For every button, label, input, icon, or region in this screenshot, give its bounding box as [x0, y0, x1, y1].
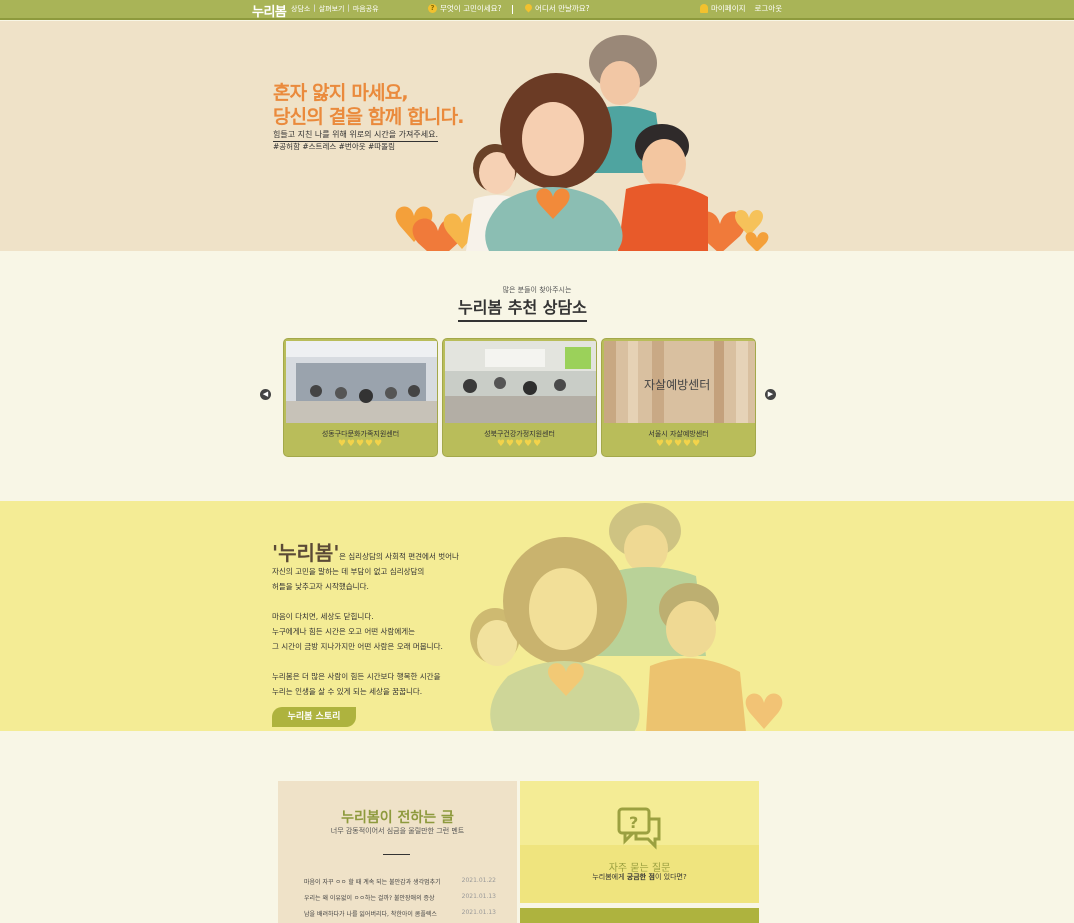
main-menu: 상담소 | 살펴보기 | 마음공유 [291, 4, 379, 14]
center-card[interactable]: 성북구건강가정지원센터 ♥♥♥♥♥ [442, 338, 597, 457]
rating-hearts: ♥♥♥♥♥ [337, 439, 384, 449]
center-card[interactable]: 성동구다문화가족지원센터 ♥♥♥♥♥ [283, 338, 438, 457]
faq-panel[interactable]: ? 자주 묻는 질문 누리봄에게 궁금한 점이 있다면? [520, 781, 759, 903]
bell-icon [700, 4, 708, 13]
family-illustration [395, 35, 769, 251]
story-line: 마음이 다치면, 세상도 닫힙니다. [272, 612, 374, 621]
center-name: 성북구건강가정지원센터 [484, 430, 555, 438]
menu-link-share[interactable]: 마음공유 [353, 4, 379, 14]
story-line: 은 심리상담의 사회적 편견에서 벗어나 [339, 552, 459, 561]
story-text: 은 심리상담의 사회적 편견에서 벗어나 자신의 고민을 말하는 데 부담이 없… [272, 549, 459, 699]
carousel-next-button[interactable]: ▶ [765, 389, 776, 400]
story-line: 누구에게나 힘든 시간은 오고 어떤 사람에게는 [272, 627, 416, 636]
posts-subtitle: 너무 감동적이어서 심금을 울릴만한 그런 멘트 [330, 827, 465, 835]
next-panel-edge [520, 908, 759, 923]
post-date: 2021.01.13 [461, 893, 496, 900]
faq-sub-bold: 궁금한 점 [626, 873, 655, 881]
location-pin-icon [525, 4, 532, 13]
mypage-link[interactable]: 마이페이지 [700, 3, 746, 14]
posts-title: 누리봄이 전하는 글 [341, 810, 454, 826]
center-photo [286, 341, 437, 423]
story-line: 누리봄은 더 많은 사람이 힘든 시간보다 행복한 시간을 [272, 672, 441, 681]
heart-deco-6 [745, 232, 769, 251]
mypage-label: 마이페이지 [711, 4, 746, 13]
posts-divider [383, 854, 410, 855]
rating-hearts: ♥♥♥♥♥ [496, 439, 543, 449]
hero-tags: #공허함 #스트레스 #번아웃 #따돌림 [273, 142, 395, 151]
story-gap [272, 594, 459, 609]
man-body [618, 183, 708, 251]
center-photo [445, 341, 596, 423]
question-bubble-icon: ? [617, 807, 661, 850]
top-navigation: 누리봄 상담소 | 살펴보기 | 마음공유 ? 무엇이 고민이세요? 어디서 만날까… [0, 0, 1074, 20]
post-title: 마음이 자꾸 ㅇㅇ 할 때 계속 되는 불안감과 생각멈추기 [304, 879, 441, 886]
center-sign-text: 자살예방센터 [644, 378, 710, 392]
post-title: 우리는 왜 이유없이 ㅇㅇ하는 걸까? 불안장애의 증상 [304, 895, 435, 902]
center-photo: 자살예방센터 [604, 341, 755, 423]
story-section: '누리봄' 은 심리상담의 사회적 편견에서 벗어나 자신의 고민을 말하는 데… [0, 501, 1074, 731]
post-title: 남을 배려하다가 나를 잃어버리다, 착한아이 콤플렉스 [304, 911, 437, 918]
center-name: 성동구다문화가족지원센터 [321, 430, 400, 438]
grandma-face [600, 61, 640, 105]
recommend-title: 누리봄 추천 상담소 [458, 294, 587, 322]
center-name: 서울시 자살예방센터 [648, 430, 709, 438]
faded-family-illustration [470, 503, 783, 731]
story-button[interactable]: 누리봄 스토리 [272, 707, 356, 727]
carousel-prev-button[interactable]: ◀ [260, 389, 271, 400]
menu-link-browse[interactable]: 살펴보기 [319, 4, 345, 14]
center-card[interactable]: 자살예방센터 서울시 자살예방센터 ♥♥♥♥♥ [601, 338, 756, 457]
site-logo[interactable]: 누리봄 [252, 1, 287, 20]
hero-headline-line1: 혼자 앓지 마세요, [273, 82, 409, 104]
post-item[interactable]: 남을 배려하다가 나를 잃어버리다, 착한아이 콤플렉스 2021.01.13 [304, 909, 496, 918]
question-icon: ? [428, 4, 437, 13]
hero-headline: 혼자 앓지 마세요, 당신의 곁을 함께 합니다. [273, 81, 464, 129]
story-line: 자신의 고민을 말하는 데 부담이 없고 심리상담의 [272, 567, 425, 576]
story-line: 누리는 인생을 살 수 있게 되는 세상을 꿈꿉니다. [272, 687, 423, 696]
user-menu: 마이페이지 로그아웃 [700, 3, 782, 14]
worry-link-label: 무엇이 고민이세요? [440, 4, 502, 13]
menu-link-counseling[interactable]: 상담소 [291, 4, 310, 14]
post-item[interactable]: 마음이 자꾸 ㅇㅇ 할 때 계속 되는 불안감과 생각멈추기 2021.01.2… [304, 877, 496, 886]
post-date: 2021.01.22 [461, 877, 496, 884]
mom-face [522, 102, 584, 176]
svg-text:?: ? [629, 813, 638, 832]
man-face [642, 139, 686, 189]
story-line: 그 시간이 금방 지나가지만 어떤 사람은 오래 머뭅니다. [272, 642, 443, 651]
location-link[interactable]: 어디서 만날까요? [525, 3, 590, 14]
logout-link[interactable]: 로그아웃 [755, 3, 783, 14]
post-date: 2021.01.13 [461, 909, 496, 916]
post-item[interactable]: 우리는 왜 이유없이 ㅇㅇ하는 걸까? 불안장애의 증상 2021.01.13 [304, 893, 496, 902]
worry-link[interactable]: ? 무엇이 고민이세요? [428, 3, 502, 14]
hero-banner: 혼자 앓지 마세요, 당신의 곁을 함께 합니다. 힘들고 지친 나를 위해 위… [0, 21, 1074, 251]
story-gap [272, 654, 459, 669]
faq-subtitle: 누리봄에게 궁금한 점이 있다면? [520, 872, 759, 882]
story-line: 허들을 낮추고자 시작했습니다. [272, 582, 369, 591]
posts-panel: 누리봄이 전하는 글 너무 감동적이어서 심금을 울릴만한 그런 멘트 마음이 … [278, 781, 517, 923]
nav-divider [512, 5, 513, 14]
faq-sub-prefix: 누리봄에게 [592, 873, 627, 881]
faq-sub-suffix: 이 있다면? [654, 873, 687, 881]
hero-headline-line2: 당신의 곁을 함께 합니다. [273, 106, 464, 128]
rating-hearts: ♥♥♥♥♥ [655, 439, 702, 449]
location-link-label: 어디서 만날까요? [535, 4, 590, 13]
